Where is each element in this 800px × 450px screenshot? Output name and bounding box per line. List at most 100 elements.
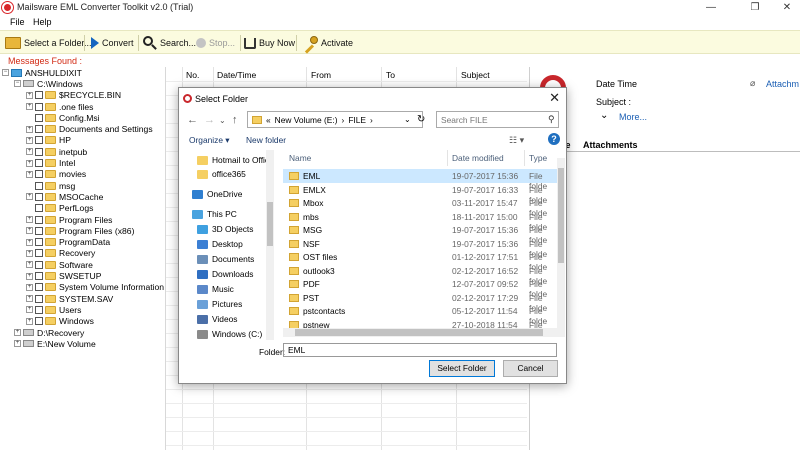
horizontal-scrollbar[interactable]: [283, 328, 565, 337]
tree-drive-c[interactable]: − C:\Windows: [14, 78, 83, 89]
breadcrumb-file[interactable]: FILE: [348, 115, 366, 125]
tree-drive-e[interactable]: + E:\New Volume: [14, 338, 96, 349]
tree-folder[interactable]: + movies: [26, 169, 86, 180]
expand-icon[interactable]: +: [14, 329, 21, 337]
column-name[interactable]: Name: [289, 153, 311, 163]
checkbox[interactable]: [35, 181, 43, 190]
nav-item[interactable]: 3D Objects: [197, 222, 253, 236]
maximize-button[interactable]: ❐: [738, 0, 772, 16]
organize-menu[interactable]: Organize ▾: [189, 135, 230, 145]
collapse-icon[interactable]: −: [14, 80, 21, 88]
select-folder-button[interactable]: Select a Folder...: [5, 33, 92, 53]
checkbox[interactable]: [35, 192, 43, 201]
search-input[interactable]: Search FILE: [436, 111, 559, 128]
nav-item[interactable]: Documents: [197, 252, 254, 266]
tree-folder[interactable]: + SYSTEM.SAV: [26, 293, 113, 304]
tree-folder[interactable]: + Documents and Settings: [26, 124, 153, 135]
search-button[interactable]: Search...: [143, 33, 196, 53]
refresh-icon[interactable]: ↻: [417, 114, 425, 125]
expand-icon[interactable]: +: [26, 170, 33, 178]
expand-icon[interactable]: +: [26, 261, 33, 269]
checkbox[interactable]: [35, 91, 43, 100]
tree-folder[interactable]: + Users: [26, 304, 81, 315]
column-date-modified[interactable]: Date modified: [452, 153, 504, 163]
checkbox[interactable]: [35, 272, 43, 281]
select-folder-confirm-button[interactable]: Select Folder: [429, 360, 495, 377]
expand-icon[interactable]: +: [26, 283, 33, 291]
checkbox[interactable]: [35, 215, 43, 224]
expand-icon[interactable]: +: [26, 295, 33, 303]
more-link[interactable]: More...: [619, 112, 647, 122]
column-type[interactable]: Type: [529, 153, 547, 163]
expand-icon[interactable]: +: [26, 216, 33, 224]
tree-folder[interactable]: msg: [26, 180, 75, 191]
tree-folder[interactable]: + .one files: [26, 101, 93, 112]
file-row[interactable]: NSF 19-07-2017 15:36 File folde: [283, 237, 559, 259]
nav-item[interactable]: Windows (C:): [197, 327, 262, 340]
expand-icon[interactable]: +: [26, 227, 33, 235]
checkbox[interactable]: [35, 170, 43, 179]
convert-button[interactable]: Convert: [91, 33, 134, 53]
checkbox[interactable]: [35, 226, 43, 235]
tree-folder[interactable]: + Program Files (x86): [26, 225, 134, 236]
forward-arrow-icon[interactable]: →: [204, 114, 215, 126]
dialog-close-button[interactable]: ✕: [549, 90, 560, 106]
new-folder-button[interactable]: New folder: [246, 135, 286, 145]
checkbox[interactable]: [35, 113, 43, 122]
cancel-button[interactable]: Cancel: [503, 360, 558, 377]
tree-folder[interactable]: + MSOCache: [26, 191, 103, 202]
menu-file[interactable]: File: [10, 17, 25, 27]
expand-icon[interactable]: +: [26, 159, 33, 167]
expand-icon[interactable]: +: [26, 272, 33, 280]
expand-icon[interactable]: +: [26, 317, 33, 325]
nav-scrollbar[interactable]: [266, 150, 274, 340]
tree-folder[interactable]: + ProgramData: [26, 237, 110, 248]
column-subject[interactable]: Subject: [461, 70, 490, 80]
tree-root[interactable]: − ANSHULDIXIT: [2, 67, 82, 78]
column-no[interactable]: No.: [186, 70, 199, 80]
tree-folder[interactable]: + Intel: [26, 157, 75, 168]
checkbox[interactable]: [35, 249, 43, 258]
address-dropdown-icon[interactable]: ⌄: [404, 115, 411, 124]
minimize-button[interactable]: —: [694, 0, 728, 16]
menu-help[interactable]: Help: [33, 17, 52, 27]
tree-folder[interactable]: + HP: [26, 135, 71, 146]
checkbox[interactable]: [35, 238, 43, 247]
expand-icon[interactable]: +: [26, 103, 33, 111]
column-date-time[interactable]: Date/Time: [217, 70, 256, 80]
expand-icon[interactable]: +: [26, 306, 33, 314]
nav-item[interactable]: OneDrive: [192, 187, 242, 201]
tree-drive-d[interactable]: + D:\Recovery: [14, 327, 84, 338]
nav-item[interactable]: Hotmail to Offic: [197, 153, 269, 167]
close-button[interactable]: ✕: [770, 0, 800, 16]
back-arrow-icon[interactable]: ←: [187, 114, 198, 126]
folder-input[interactable]: EML: [283, 343, 557, 357]
tab-attachments[interactable]: Attachments: [583, 140, 638, 150]
expand-icon[interactable]: +: [26, 125, 33, 133]
checkbox[interactable]: [35, 125, 43, 134]
expand-icon[interactable]: +: [26, 136, 33, 144]
nav-item[interactable]: Pictures: [197, 297, 242, 311]
checkbox[interactable]: [35, 294, 43, 303]
tree-folder[interactable]: + $RECYCLE.BIN: [26, 90, 121, 101]
attachments-link[interactable]: Attachm: [766, 79, 799, 89]
checkbox[interactable]: [35, 317, 43, 326]
file-row[interactable]: OST files 01-12-2017 17:51 File folde: [283, 250, 559, 272]
column-from[interactable]: From: [311, 70, 331, 80]
tree-folder[interactable]: + Software: [26, 259, 93, 270]
checkbox[interactable]: [35, 204, 43, 213]
file-row[interactable]: PDF 12-07-2017 09:52 File folde: [283, 277, 559, 299]
file-row[interactable]: EML 19-07-2017 15:36 File folde: [283, 169, 559, 191]
expand-icon[interactable]: +: [14, 340, 21, 348]
file-row[interactable]: pstnew 27-10-2018 11:54 File folde: [283, 318, 559, 328]
file-row[interactable]: Mbox 03-11-2017 15:47 File folde: [283, 196, 559, 218]
file-row[interactable]: MSG 19-07-2017 15:36 File folde: [283, 223, 559, 245]
nav-item[interactable]: Desktop: [197, 237, 243, 251]
help-icon[interactable]: ?: [548, 133, 560, 145]
nav-item[interactable]: Downloads: [197, 267, 253, 281]
nav-item[interactable]: office365: [197, 167, 246, 181]
activate-button[interactable]: Activate: [302, 33, 353, 54]
buy-now-button[interactable]: Buy Now: [244, 33, 295, 53]
tree-folder[interactable]: + Program Files: [26, 214, 112, 225]
address-bar[interactable]: « New Volume (E:) › FILE ›: [247, 111, 423, 128]
